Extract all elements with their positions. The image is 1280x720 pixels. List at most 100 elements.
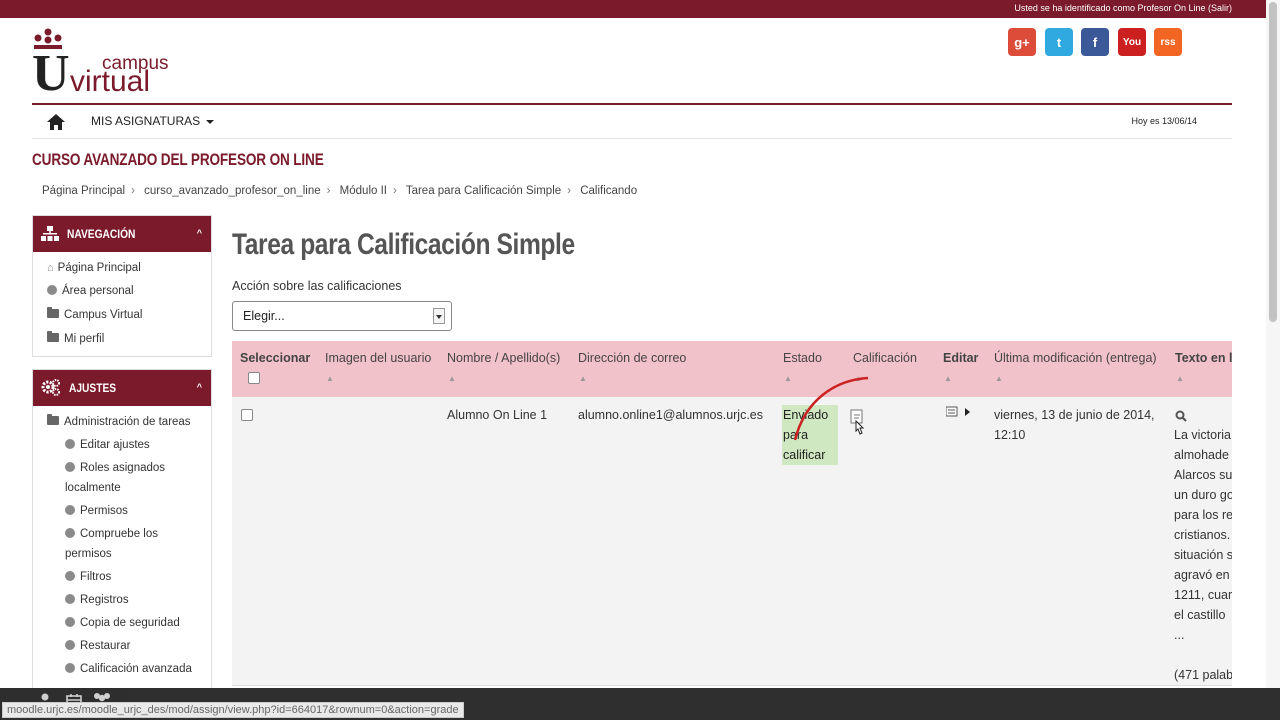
col-estado[interactable]: Estado: [783, 351, 822, 365]
main-navbar: MIS ASIGNATURAS Hoy es 13/06/14: [32, 105, 1232, 139]
navigation-block: NAVEGACIÓN ^ ⌂ Página Principal Área pers…: [32, 215, 212, 357]
bullet-icon: [65, 505, 75, 515]
page-scrollbar[interactable]: [1266, 0, 1280, 720]
settings-item-compruebe-cont[interactable]: permisos: [65, 548, 112, 560]
settings-item-permisos[interactable]: Permisos: [65, 505, 128, 517]
settings-item-filtros[interactable]: Filtros: [65, 571, 111, 583]
sort-icon[interactable]: ▲: [579, 374, 587, 383]
settings-section-admin-tareas[interactable]: Administración de tareas: [47, 414, 191, 428]
sort-icon[interactable]: ▲: [326, 374, 334, 383]
breadcrumb-separator: ›: [326, 185, 331, 197]
sort-icon[interactable]: ▲: [944, 374, 952, 383]
bullet-icon: [65, 594, 75, 604]
settings-block: AJUSTES ^ Administración de tareas Edita…: [32, 369, 212, 689]
settings-item-roles[interactable]: Roles asignados: [65, 462, 165, 474]
text-line: para los re: [1174, 508, 1232, 522]
campus-virtual-logo[interactable]: U campus virtual: [32, 28, 182, 102]
logo-letter: U: [32, 45, 70, 102]
settings-item-registros[interactable]: Registros: [65, 594, 129, 606]
text-line: cristianos.: [1174, 528, 1231, 542]
sort-icon[interactable]: ▲: [995, 374, 1003, 383]
annotation-arrow: [793, 376, 869, 441]
action-label: Acción sobre las calificaciones: [232, 279, 402, 293]
nav-item-pagina-principal[interactable]: ⌂ Página Principal: [47, 262, 141, 274]
bullet-icon: [47, 285, 57, 295]
row-select-checkbox[interactable]: [241, 409, 253, 421]
login-info[interactable]: Usted se ha identificado como Profesor O…: [1014, 3, 1232, 13]
breadcrumb-separator: ›: [131, 185, 135, 197]
col-calificacion[interactable]: Calificación: [853, 351, 917, 365]
grading-action-select[interactable]: Elegir...: [232, 301, 452, 331]
online-text-preview: La victoria almohade Alarcos su un duro …: [1174, 425, 1232, 685]
text-line: ...: [1174, 628, 1185, 642]
sitemap-icon: [41, 226, 59, 241]
settings-item-editar-ajustes[interactable]: Editar ajustes: [65, 439, 150, 451]
col-texto[interactable]: Texto en l: [1175, 351, 1232, 365]
text-line: el castillo: [1174, 608, 1226, 622]
course-title[interactable]: CURSO AVANZADO DEL PROFESOR ON LINE: [32, 150, 324, 170]
logo-virtual: virtual: [70, 65, 151, 98]
col-imagen[interactable]: Imagen del usuario: [325, 351, 431, 365]
facebook-icon[interactable]: f: [1081, 28, 1109, 56]
settings-block-title: AJUSTES: [69, 381, 117, 395]
youtube-icon[interactable]: You: [1118, 28, 1146, 56]
folder-icon: [47, 414, 59, 425]
text-line: almohade: [1174, 448, 1229, 462]
nav-item-campus-virtual[interactable]: Campus Virtual: [47, 307, 142, 321]
settings-item-calificacion-avanzada[interactable]: Calificación avanzada: [65, 663, 192, 675]
breadcrumb-item[interactable]: Tarea para Calificación Simple: [406, 185, 561, 197]
rss-icon[interactable]: rss: [1154, 28, 1182, 56]
breadcrumb-item[interactable]: Módulo II: [340, 185, 387, 197]
settings-block-header[interactable]: AJUSTES ^: [33, 370, 211, 406]
settings-item-copia[interactable]: Copia de seguridad: [65, 617, 180, 629]
edit-menu-icon[interactable]: [946, 406, 972, 418]
folder-icon: [47, 331, 59, 342]
col-ultima-modificacion[interactable]: Última modificación (entrega): [994, 351, 1157, 365]
bullet-icon: [65, 439, 75, 449]
home-icon[interactable]: [46, 113, 66, 131]
bullet-icon: [65, 663, 75, 673]
bullet-icon: [65, 571, 75, 581]
twitter-icon[interactable]: t: [1045, 28, 1073, 56]
current-date: Hoy es 13/06/14: [1131, 116, 1197, 126]
gears-icon: [41, 379, 60, 396]
google-plus-icon[interactable]: g+: [1008, 28, 1036, 56]
chevron-down-icon: [433, 308, 445, 324]
magnifier-icon[interactable]: [1175, 410, 1187, 422]
home-icon: ⌂: [47, 262, 54, 274]
grading-table: Seleccionar Imagen del usuario Nombre / …: [232, 341, 1232, 686]
table-header: Seleccionar Imagen del usuario Nombre / …: [232, 341, 1232, 397]
navigation-block-title: NAVEGACIÓN: [67, 227, 136, 241]
scrollbar-thumb[interactable]: [1269, 2, 1277, 322]
breadcrumb-item[interactable]: curso_avanzado_profesor_on_line: [144, 185, 320, 197]
mis-asignaturas-menu[interactable]: MIS ASIGNATURAS: [91, 114, 214, 128]
select-all-checkbox[interactable]: [248, 372, 260, 384]
text-line: (471 palab: [1174, 668, 1232, 682]
nav-item-area-personal[interactable]: Área personal: [47, 285, 134, 297]
last-modified: viernes, 13 de junio de 2014, 12:10: [994, 405, 1155, 445]
col-nombre[interactable]: Nombre / Apellido(s): [447, 351, 560, 365]
last-modified-line: viernes, 13 de junio de 2014,: [994, 408, 1155, 422]
collapse-icon[interactable]: ^: [197, 228, 202, 238]
student-name[interactable]: Alumno On Line 1: [447, 405, 547, 425]
col-editar[interactable]: Editar: [943, 351, 978, 365]
settings-item-compruebe[interactable]: Compruebe los: [65, 528, 158, 540]
student-email: alumno.online1@alumnos.urjc.es: [578, 408, 764, 422]
bullet-icon: [65, 640, 75, 650]
breadcrumb: Página Principal › curso_avanzado_profeso…: [42, 185, 637, 197]
top-bar: Usted se ha identificado como Profesor O…: [0, 0, 1280, 18]
breadcrumb-item[interactable]: Página Principal: [42, 185, 125, 197]
col-seleccionar[interactable]: Seleccionar: [240, 351, 310, 365]
navigation-block-header[interactable]: NAVEGACIÓN ^: [33, 216, 211, 252]
last-modified-line: 12:10: [994, 428, 1026, 442]
sort-icon[interactable]: ▲: [448, 374, 456, 383]
settings-item-roles-cont[interactable]: localmente: [65, 482, 121, 494]
select-value: Elegir...: [243, 309, 285, 323]
sort-icon[interactable]: ▲: [1176, 374, 1184, 383]
nav-item-mi-perfil[interactable]: Mi perfil: [47, 331, 104, 345]
col-correo[interactable]: Dirección de correo: [578, 351, 686, 365]
settings-item-restaurar[interactable]: Restaurar: [65, 640, 131, 652]
collapse-icon[interactable]: ^: [197, 382, 202, 392]
breadcrumb-separator: ›: [392, 185, 397, 197]
folder-icon: [47, 307, 59, 318]
